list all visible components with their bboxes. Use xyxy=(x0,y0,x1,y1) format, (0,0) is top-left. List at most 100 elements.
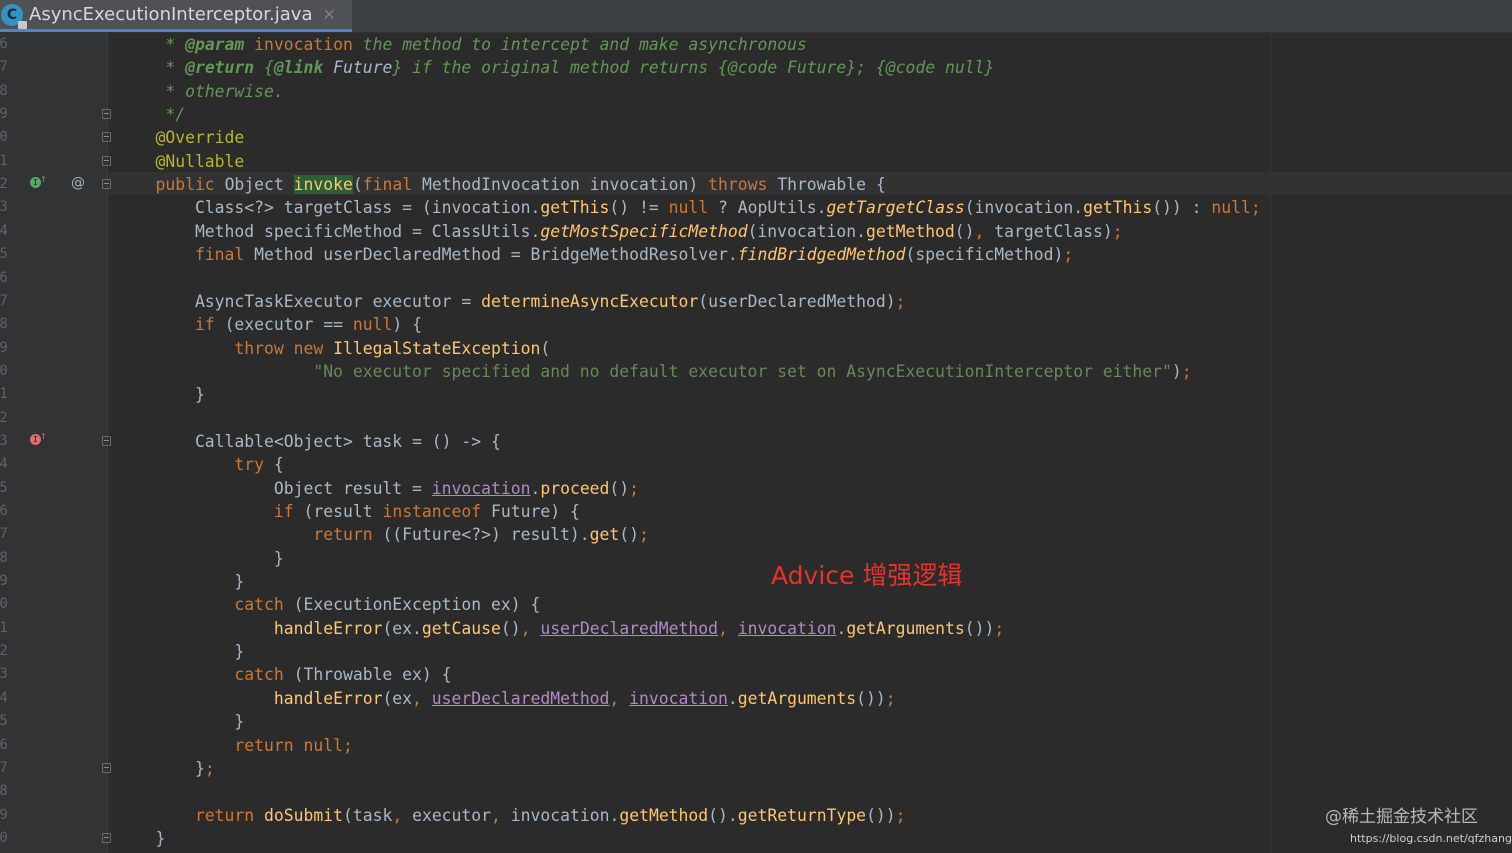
code-line[interactable]: 11 } xyxy=(0,383,1512,406)
fold-marker-icon[interactable] xyxy=(102,436,111,446)
code-text[interactable]: } xyxy=(116,710,244,733)
line-number[interactable]: 27 xyxy=(0,757,30,780)
line-number[interactable]: 10 xyxy=(0,360,30,383)
line-number[interactable]: 05 xyxy=(0,243,30,266)
code-line[interactable]: 23 catch (Throwable ex) { xyxy=(0,663,1512,686)
line-number[interactable]: 19 xyxy=(0,570,30,593)
code-text[interactable]: } xyxy=(116,640,244,663)
line-number[interactable]: 96 xyxy=(0,33,30,56)
code-line[interactable]: 14 try { xyxy=(0,453,1512,476)
fold-marker-icon[interactable] xyxy=(102,763,111,773)
line-number[interactable]: 25 xyxy=(0,710,30,733)
code-text[interactable]: return ((Future<?>) result).get(); xyxy=(116,523,649,546)
line-number[interactable]: 09 xyxy=(0,337,30,360)
fold-marker-icon[interactable] xyxy=(102,132,111,142)
line-number[interactable]: 06 xyxy=(0,267,30,290)
code-text[interactable]: @Override xyxy=(116,126,244,149)
code-line[interactable]: 19 } xyxy=(0,570,1512,593)
code-line[interactable]: 21 handleError(ex.getCause(), userDeclar… xyxy=(0,617,1512,640)
code-text[interactable]: handleError(ex.getCause(), userDeclaredM… xyxy=(116,617,1004,640)
code-line[interactable]: 03 Class<?> targetClass = (invocation.ge… xyxy=(0,196,1512,219)
code-text[interactable]: return null; xyxy=(116,734,352,757)
line-number[interactable]: 98 xyxy=(0,80,30,103)
code-line[interactable]: 18 } xyxy=(0,547,1512,570)
line-number[interactable]: 14 xyxy=(0,453,30,476)
code-line[interactable]: 25 } xyxy=(0,710,1512,733)
code-text[interactable]: } xyxy=(116,570,244,593)
code-line[interactable]: 17 return ((Future<?>) result).get(); xyxy=(0,523,1512,546)
code-text[interactable]: Object result = invocation.proceed(); xyxy=(116,477,639,500)
code-line[interactable]: 08 if (executor == null) { xyxy=(0,313,1512,336)
line-number[interactable]: 18 xyxy=(0,547,30,570)
code-line[interactable]: 10 "No executor specified and no default… xyxy=(0,360,1512,383)
code-line[interactable]: 15 Object result = invocation.proceed(); xyxy=(0,477,1512,500)
code-text[interactable]: Callable<Object> task = () -> { xyxy=(116,430,501,453)
fold-marker-icon[interactable] xyxy=(102,156,111,166)
line-number[interactable]: 15 xyxy=(0,477,30,500)
line-number[interactable]: 11 xyxy=(0,383,30,406)
line-number[interactable]: 03 xyxy=(0,196,30,219)
arrow-up-icon[interactable]: ↑ xyxy=(40,430,47,441)
line-number[interactable]: 00 xyxy=(0,126,30,149)
code-text[interactable]: public Object invoke(final MethodInvocat… xyxy=(116,173,886,196)
code-text[interactable]: Class<?> targetClass = (invocation.getTh… xyxy=(116,196,1261,219)
code-line[interactable]: 98 * otherwise. xyxy=(0,80,1512,103)
code-text[interactable]: @Nullable xyxy=(116,150,244,173)
fold-marker-icon[interactable] xyxy=(102,833,111,843)
close-icon[interactable]: ✕ xyxy=(322,5,335,24)
code-text[interactable]: * @return {@link Future} if the original… xyxy=(116,56,994,79)
line-number[interactable]: 01 xyxy=(0,150,30,173)
code-text[interactable]: handleError(ex, userDeclaredMethod, invo… xyxy=(116,687,896,710)
code-text[interactable]: } xyxy=(116,383,205,406)
line-number[interactable]: 08 xyxy=(0,313,30,336)
arrow-up-icon[interactable]: ↑ xyxy=(40,173,47,184)
code-text[interactable]: if (executor == null) { xyxy=(116,313,422,336)
code-line[interactable]: 00 @Override xyxy=(0,126,1512,149)
fold-marker-icon[interactable] xyxy=(102,179,111,189)
code-line[interactable]: 26 return null; xyxy=(0,734,1512,757)
code-text[interactable]: } xyxy=(116,827,165,850)
code-text[interactable]: "No executor specified and no default ex… xyxy=(116,360,1191,383)
code-line[interactable]: 13 Callable<Object> task = () -> { xyxy=(0,430,1512,453)
line-number[interactable]: 12 xyxy=(0,407,30,430)
code-line[interactable]: 20 catch (ExecutionException ex) { xyxy=(0,593,1512,616)
line-number[interactable]: 23 xyxy=(0,663,30,686)
code-text[interactable]: }; xyxy=(116,757,215,780)
line-number[interactable]: 99 xyxy=(0,103,30,126)
line-number[interactable]: 07 xyxy=(0,290,30,313)
editor-tab-active[interactable]: C AsyncExecutionInterceptor.java ✕ xyxy=(0,0,352,32)
code-line[interactable]: 96 * @param invocation the method to int… xyxy=(0,33,1512,56)
line-number[interactable]: 20 xyxy=(0,593,30,616)
line-number[interactable]: 21 xyxy=(0,617,30,640)
code-text[interactable]: final Method userDeclaredMethod = Bridge… xyxy=(116,243,1073,266)
code-text[interactable]: return doSubmit(task, executor, invocati… xyxy=(116,804,906,827)
code-text[interactable]: throw new IllegalStateException( xyxy=(116,337,550,360)
code-text[interactable]: catch (ExecutionException ex) { xyxy=(116,593,540,616)
code-editor[interactable]: 96 * @param invocation the method to int… xyxy=(0,33,1512,853)
code-text[interactable]: * @param invocation the method to interc… xyxy=(116,33,806,56)
code-text[interactable]: * otherwise. xyxy=(116,80,283,103)
line-number[interactable]: 22 xyxy=(0,640,30,663)
code-line[interactable]: 22 } xyxy=(0,640,1512,663)
line-number[interactable]: 24 xyxy=(0,687,30,710)
code-text[interactable]: if (result instanceof Future) { xyxy=(116,500,580,523)
code-line[interactable]: 07 AsyncTaskExecutor executor = determin… xyxy=(0,290,1512,313)
code-line[interactable]: 24 handleError(ex, userDeclaredMethod, i… xyxy=(0,687,1512,710)
code-line[interactable]: 28 xyxy=(0,780,1512,803)
line-number[interactable]: 28 xyxy=(0,780,30,803)
code-line[interactable]: 27 }; xyxy=(0,757,1512,780)
fold-marker-icon[interactable] xyxy=(102,109,111,119)
code-line[interactable]: 97 * @return {@link Future} if the origi… xyxy=(0,56,1512,79)
code-line[interactable]: 05 final Method userDeclaredMethod = Bri… xyxy=(0,243,1512,266)
line-number[interactable]: 16 xyxy=(0,500,30,523)
code-text[interactable]: catch (Throwable ex) { xyxy=(116,663,451,686)
code-text[interactable]: AsyncTaskExecutor executor = determineAs… xyxy=(116,290,906,313)
code-line[interactable]: 01 @Nullable xyxy=(0,150,1512,173)
line-number[interactable]: 13 xyxy=(0,430,30,453)
code-line[interactable]: 04 Method specificMethod = ClassUtils.ge… xyxy=(0,220,1512,243)
code-text[interactable]: */ xyxy=(116,103,185,126)
code-line[interactable]: 12 xyxy=(0,407,1512,430)
code-text[interactable]: try { xyxy=(116,453,283,476)
line-number[interactable]: 26 xyxy=(0,734,30,757)
line-number[interactable]: 30 xyxy=(0,827,30,850)
